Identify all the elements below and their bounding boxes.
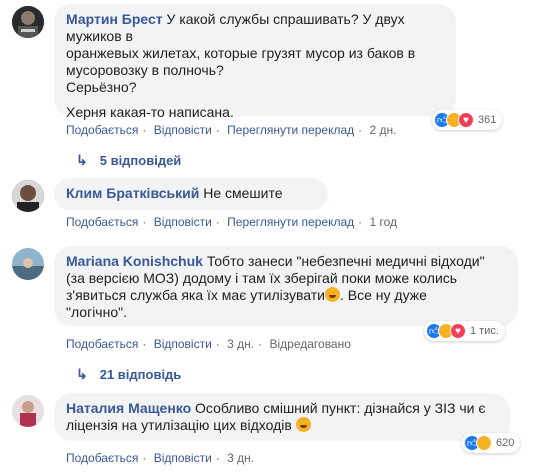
view-replies-link[interactable]: ↳ 5 відповідей <box>76 152 181 169</box>
reply-link[interactable]: Відповісти <box>154 451 212 465</box>
comment-text-line: з'явиться служба яка їх має утилізувати <box>66 287 326 303</box>
laughing-face-icon <box>476 435 492 451</box>
comment-actions: Подобається · Відповісти · 3 дн. <box>66 451 255 465</box>
like-link[interactable]: Подобається <box>66 123 138 137</box>
reaction-count: 620 <box>496 437 515 449</box>
comment-text-line: Особливо смішний пункт: дізнайся у ЗІЗ ч… <box>195 400 486 416</box>
comment-text: Не смешите <box>203 185 283 201</box>
replies-count[interactable]: 21 відповідь <box>100 367 182 382</box>
avatar[interactable] <box>12 180 44 212</box>
timestamp[interactable]: 3 дн. <box>227 451 254 465</box>
avatar[interactable] <box>12 395 44 427</box>
timestamp[interactable]: 2 дн. <box>370 123 397 137</box>
timestamp[interactable]: 3 дн. <box>227 337 254 351</box>
comment-actions: Подобається · Відповісти · 3 дн. · Відредаг… <box>66 337 351 351</box>
edited-label[interactable]: Відредаговано <box>269 337 350 351</box>
comment-actions: Подобається · Відповісти · Переглянути пер… <box>66 215 398 229</box>
comment-bubble: Клим Братківський Не смешите <box>54 178 328 210</box>
heart-icon: ♥ <box>450 323 466 339</box>
avatar[interactable] <box>12 6 44 38</box>
reaction-summary[interactable]: 👍︎ 620 <box>462 433 521 453</box>
reaction-count: 361 <box>478 114 497 126</box>
comment-text-line: "логічно". <box>66 304 127 320</box>
comment-actions: Подобається · Відповісти · Переглянути пер… <box>66 123 397 137</box>
reply-link[interactable]: Відповісти <box>154 337 212 351</box>
view-replies-link[interactable]: ↳ 21 відповідь <box>76 366 181 383</box>
laughing-emoji-icon <box>295 417 311 432</box>
reply-arrow-icon: ↳ <box>76 152 88 168</box>
comment-text-line: Херня какая-то написана. <box>66 104 234 120</box>
comment-text-line: Серьёзно? <box>66 79 137 95</box>
comment-author[interactable]: Клим Братківський <box>66 185 199 201</box>
comment-author[interactable]: Mariana Konishchuk <box>66 253 203 269</box>
translate-link[interactable]: Переглянути переклад <box>227 123 354 137</box>
reply-arrow-icon: ↳ <box>76 366 88 382</box>
reaction-count: 1 тис. <box>470 325 499 337</box>
comment-bubble: Mariana Konishchuk Тобто занеси "небезпе… <box>54 246 518 326</box>
heart-icon: ♥ <box>458 112 474 128</box>
comment-text-line: (за версією МОЗ) додому і там їх зберіга… <box>66 270 458 286</box>
comment-text-line: мусоровозку в полночь? <box>66 62 224 78</box>
comment-text-line: . Все ну дуже <box>340 287 427 303</box>
comment-author[interactable]: Наталия Мащенко <box>66 400 191 416</box>
like-link[interactable]: Подобається <box>66 337 138 351</box>
translate-link[interactable]: Переглянути переклад <box>227 215 354 229</box>
reply-link[interactable]: Відповісти <box>154 215 212 229</box>
comment-text-line: Тобто занеси "небезпечні медичні відходи… <box>206 253 485 269</box>
reaction-summary[interactable]: 👍︎ ♥ 361 <box>432 110 503 130</box>
comment-bubble: Мартин Брест У какой службы спрашивать? … <box>54 4 456 120</box>
replies-count[interactable]: 5 відповідей <box>100 153 182 168</box>
comment-text-line: ліцензія на утилізацію цих відходів <box>66 417 292 433</box>
comment-author[interactable]: Мартин Брест <box>66 11 163 27</box>
reaction-summary[interactable]: 👍︎ ♥ 1 тис. <box>424 321 505 341</box>
timestamp[interactable]: 1 год <box>370 215 398 229</box>
reply-link[interactable]: Відповісти <box>154 123 212 137</box>
comment-text-line: оранжевых жилетах, которые грузят мусор … <box>66 45 416 61</box>
like-link[interactable]: Подобається <box>66 215 138 229</box>
like-link[interactable]: Подобається <box>66 451 138 465</box>
laughing-emoji-icon <box>325 287 341 302</box>
avatar[interactable] <box>12 248 44 280</box>
comment-bubble: Наталия Мащенко Особливо смішний пункт: … <box>54 393 510 441</box>
